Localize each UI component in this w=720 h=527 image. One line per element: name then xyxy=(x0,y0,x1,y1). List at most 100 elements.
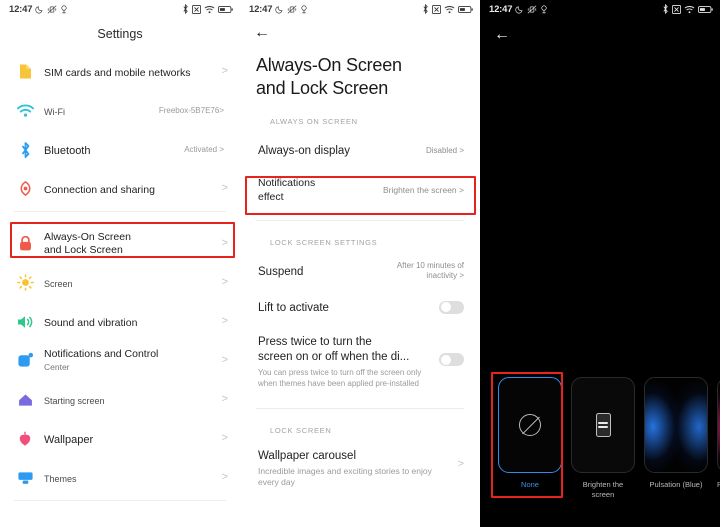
sidebar-item-notifications-control-center[interactable]: Notifications and Control Center > xyxy=(0,341,240,380)
sidebar-item-connection-sharing[interactable]: Connection and sharing > xyxy=(0,169,240,208)
status-bar-panel2: 12:47 xyxy=(240,0,480,18)
chevron-right-icon: > xyxy=(221,276,228,288)
sidebar-item-themes[interactable]: Themes > xyxy=(0,458,240,497)
sidebar-item-sim-cards[interactable]: SIM cards and mobile networks > xyxy=(0,52,240,91)
wallpaper-icon xyxy=(11,430,39,447)
back-arrow-icon[interactable]: ← xyxy=(254,25,270,41)
vibrate-off-icon xyxy=(287,4,297,14)
effect-option-pulsation-blue[interactable]: Pulsation (Blue) xyxy=(644,367,708,490)
status-time: 12:47 xyxy=(249,3,273,15)
label-line-2: effect xyxy=(258,191,284,203)
section-header-always-on-screen: ALWAYS ON SCREEN xyxy=(270,117,358,126)
brightness-icon xyxy=(11,274,39,291)
chevron-right-icon: > xyxy=(221,315,228,327)
setting-row-press-twice[interactable]: Press twice to turn the screen on or off… xyxy=(240,323,480,396)
row-label: Always-on display xyxy=(258,145,351,157)
effect-option-brighten-the-screen[interactable]: Brighten the screen xyxy=(571,367,635,500)
lock-icon xyxy=(11,235,39,252)
label-line-1: Notifications xyxy=(258,177,316,189)
moon-dnd-icon xyxy=(35,5,44,14)
chevron-right-icon: > xyxy=(221,65,228,77)
back-arrow-icon[interactable]: ← xyxy=(494,27,510,43)
row-label: Notifications effect xyxy=(258,176,383,204)
setting-row-always-on-display[interactable]: Always-on display Disabled > xyxy=(240,133,480,167)
row-label: Press twice to turn the screen on or off… xyxy=(258,335,431,389)
status-time: 12:47 xyxy=(489,3,513,15)
effect-preview-brighten-screen xyxy=(571,377,635,473)
status-bar-right xyxy=(422,4,473,14)
toggle-press-twice[interactable] xyxy=(439,353,464,366)
page-title-line-2: and Lock Screen xyxy=(256,78,389,98)
back-bar: ← xyxy=(480,18,720,52)
sidebar-item-wallpaper[interactable]: Wallpaper > xyxy=(0,419,240,458)
chevron-right-icon: > xyxy=(221,471,228,483)
row-label: Suspend xyxy=(258,266,304,278)
moon-dnd-icon xyxy=(275,5,284,14)
sidebar-item-label: Themes xyxy=(44,473,77,484)
wifi-icon xyxy=(11,104,39,118)
location-icon xyxy=(300,4,308,14)
location-icon xyxy=(60,4,68,14)
label-sub: Incredible images and exciting stories t… xyxy=(258,466,432,487)
status-bar-panel1: 12:47 xyxy=(0,0,240,18)
setting-row-lift-to-activate[interactable]: Lift to activate xyxy=(240,288,480,323)
speaker-icon xyxy=(11,314,39,330)
notifications-icon xyxy=(11,352,39,369)
sidebar-item-bluetooth[interactable]: Bluetooth Activated > xyxy=(0,130,240,169)
sidebar-item-screen[interactable]: Screen > xyxy=(0,263,240,302)
screenshot-root: 12:47 Settings SIM cards and mobile netw… xyxy=(0,0,720,527)
section-header-lock-screen-settings: LOCK SCREEN SETTINGS xyxy=(270,238,378,247)
effect-label: Brighten the screen xyxy=(571,473,635,500)
page-title: Settings xyxy=(97,27,143,41)
wifi-value: Freebox-5B7E76> xyxy=(158,106,224,115)
location-icon xyxy=(540,4,548,14)
list-gap xyxy=(0,215,240,224)
page-title-line-1: Always-On Screen xyxy=(256,55,402,75)
status-bar-left: 12:47 xyxy=(249,4,308,15)
label-sub: Center xyxy=(44,362,70,372)
effect-label-line-1: Brighten the xyxy=(582,480,624,489)
vibrate-off-icon xyxy=(47,4,57,14)
battery-icon xyxy=(218,5,233,14)
effect-label: Pulsation (Blue) xyxy=(649,480,703,489)
sidebar-item-wifi[interactable]: Wi-Fi Freebox-5B7E76> xyxy=(0,91,240,130)
panel-notifications-effect-picker: 12:47 ← None Brighten the screen Pulsati… xyxy=(480,0,720,527)
setting-row-suspend[interactable]: Suspend After 10 minutes of inactivity > xyxy=(240,254,480,288)
sidebar-item-label: Notifications and Control Center xyxy=(39,348,219,373)
sidebar-item-always-on-screen-lock-screen[interactable]: Always-On Screen and Lock Screen > xyxy=(0,224,240,263)
bluetooth-icon xyxy=(662,4,669,14)
status-time: 12:47 xyxy=(9,3,33,15)
label-sub: You can press twice to turn off the scre… xyxy=(258,368,422,388)
vibrate-off-icon xyxy=(527,4,537,14)
status-bar-right xyxy=(182,4,233,14)
chevron-right-icon: > xyxy=(221,237,228,249)
label-line-1: Press twice to turn the xyxy=(258,336,372,348)
chevron-right-icon: > xyxy=(221,393,228,405)
effect-label-line-2: screen xyxy=(591,490,615,499)
sidebar-item-label: Sound and vibration xyxy=(44,316,138,329)
pulsation-blue-icon xyxy=(645,378,707,472)
effect-option-none[interactable]: None xyxy=(498,367,562,490)
setting-row-wallpaper-carousel[interactable]: Wallpaper carousel Incredible images and… xyxy=(240,442,480,495)
battery-icon xyxy=(458,5,473,14)
label-line-2: screen on or off when the di... xyxy=(258,351,410,363)
setting-row-notifications-effect[interactable]: Notifications effect Brighten the screen… xyxy=(240,167,480,213)
row-label: Lift to activate xyxy=(258,302,329,314)
sidebar-item-sound-vibration[interactable]: Sound and vibration > xyxy=(0,302,240,341)
effect-label: None xyxy=(521,480,539,489)
sidebar-item-starting-screen[interactable]: Starting screen > xyxy=(0,380,240,419)
sidebar-item-label: Always-On Screen and Lock Screen xyxy=(39,231,219,257)
status-bar-right xyxy=(662,4,713,14)
settings-list: SIM cards and mobile networks > Wi-Fi Fr… xyxy=(0,52,240,501)
row-value: Disabled > xyxy=(425,145,464,155)
bluetooth-icon xyxy=(11,141,39,159)
toggle-lift-to-activate[interactable] xyxy=(439,300,464,314)
status-bar-panel3: 12:47 xyxy=(480,0,720,18)
battery-icon xyxy=(698,5,713,14)
sidebar-item-label: SIM cards and mobile networks xyxy=(44,66,191,79)
chevron-right-icon: > xyxy=(457,458,464,470)
label-main: Notifications and Control xyxy=(44,348,159,360)
bluetooth-value: Activated > xyxy=(184,145,224,154)
status-bar-left: 12:47 xyxy=(489,4,548,15)
no-effect-icon xyxy=(519,414,541,436)
